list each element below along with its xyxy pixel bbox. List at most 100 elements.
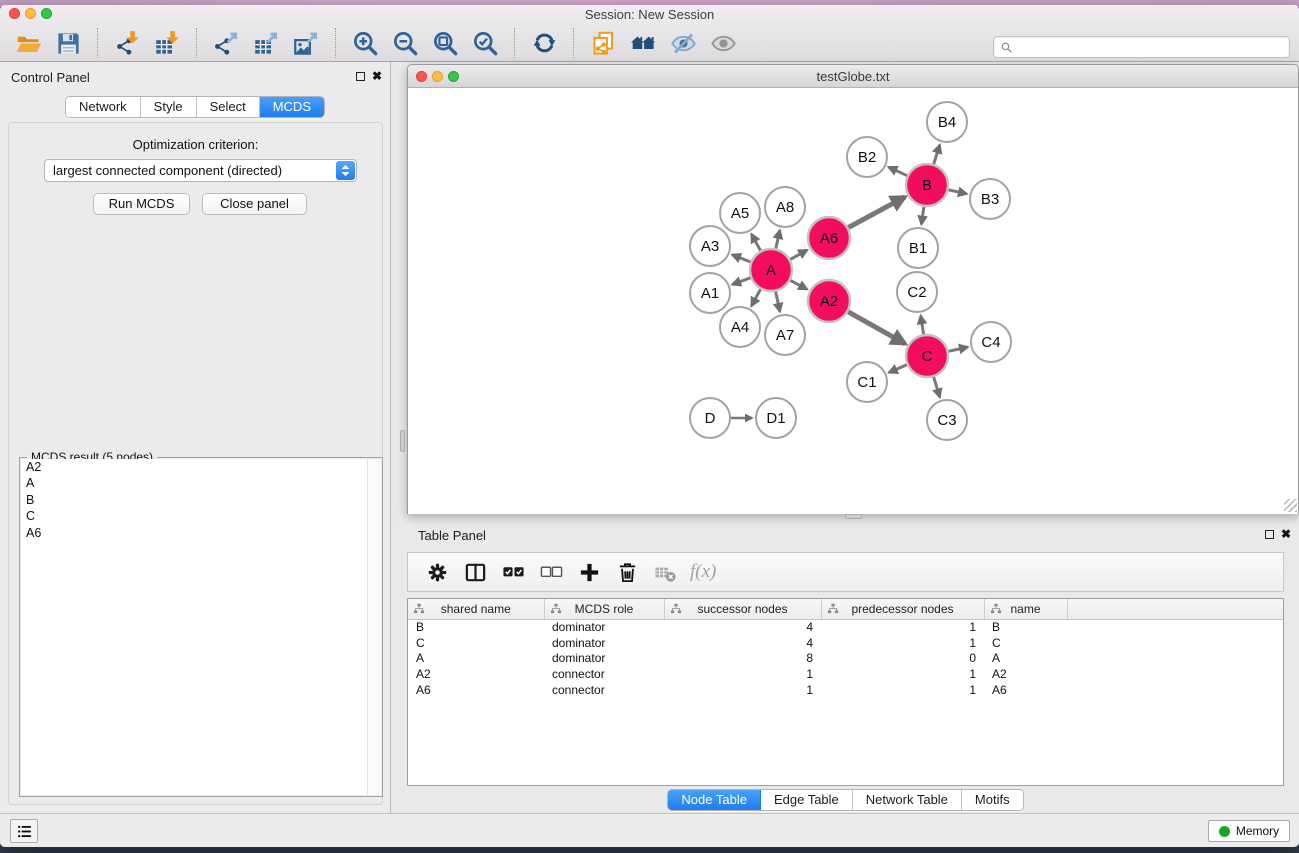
refresh-network-icon[interactable] bbox=[527, 27, 561, 59]
column-header-successor-nodes[interactable]: successor nodes bbox=[664, 599, 821, 619]
graph-edge-A-A4[interactable] bbox=[752, 289, 761, 306]
open-file-icon[interactable] bbox=[11, 27, 45, 59]
close-panel-icon[interactable]: ✖ bbox=[372, 70, 382, 82]
delete-table-icon[interactable] bbox=[650, 557, 680, 587]
cell-MCDS-role[interactable]: connector bbox=[544, 666, 664, 682]
graph-edge-A2-C[interactable] bbox=[848, 312, 905, 344]
mcds-result-item[interactable]: A2 bbox=[21, 459, 381, 475]
cell-successor-nodes[interactable]: 1 bbox=[664, 682, 821, 698]
export-table-icon[interactable] bbox=[249, 27, 283, 59]
column-header-shared-name[interactable]: shared name bbox=[408, 599, 544, 619]
export-network-icon[interactable] bbox=[209, 27, 243, 59]
network-canvas[interactable]: B4B2BB3A8A5A6A3B1AC2A1A2A4A7C4CC1DD1C3 bbox=[408, 89, 1298, 514]
import-table-icon[interactable] bbox=[150, 27, 184, 59]
cell-predecessor-nodes[interactable]: 1 bbox=[821, 635, 984, 651]
task-history-button[interactable] bbox=[10, 819, 38, 843]
mcds-result-item[interactable]: A bbox=[21, 475, 381, 491]
cell-name[interactable]: A bbox=[984, 651, 1067, 667]
cell-name[interactable]: A6 bbox=[984, 682, 1067, 698]
scrollbar-track[interactable] bbox=[367, 459, 381, 795]
tab-edge-table[interactable]: Edge Table bbox=[761, 790, 853, 810]
save-session-icon[interactable] bbox=[51, 27, 85, 59]
graph-edge-B-B2[interactable] bbox=[889, 167, 907, 176]
cell-successor-nodes[interactable]: 4 bbox=[664, 635, 821, 651]
delete-column-icon[interactable] bbox=[612, 557, 642, 587]
table-options-icon[interactable] bbox=[422, 557, 452, 587]
graph-edge-C-C1[interactable] bbox=[889, 365, 907, 373]
close-panel-button[interactable]: Close panel bbox=[202, 193, 307, 215]
tab-network-table[interactable]: Network Table bbox=[853, 790, 962, 810]
graph-edge-A-A1[interactable] bbox=[733, 278, 751, 285]
close-panel-icon[interactable]: ✖ bbox=[1281, 528, 1291, 540]
graph-edge-C-C4[interactable] bbox=[949, 347, 968, 351]
cell-predecessor-nodes[interactable]: 1 bbox=[821, 682, 984, 698]
graph-edge-B-B4[interactable] bbox=[934, 145, 940, 164]
cell-shared-name[interactable]: C bbox=[408, 635, 544, 651]
zoom-in-icon[interactable] bbox=[348, 27, 382, 59]
graph-edge-A-A7[interactable] bbox=[776, 292, 780, 312]
graph-edge-C-C2[interactable] bbox=[921, 316, 924, 335]
float-panel-icon[interactable] bbox=[356, 72, 365, 81]
zoom-selected-icon[interactable] bbox=[468, 27, 502, 59]
graph-edge-A-A3[interactable] bbox=[732, 255, 750, 262]
hide-selected-icon[interactable] bbox=[666, 27, 700, 59]
table-row[interactable]: A6connector11A6 bbox=[408, 682, 1283, 698]
cell-shared-name[interactable]: B bbox=[408, 619, 544, 635]
table-row[interactable]: Adominator80A bbox=[408, 651, 1283, 667]
splitter-handle[interactable] bbox=[400, 430, 405, 452]
show-all-icon[interactable] bbox=[706, 27, 740, 59]
graph-edge-B-B3[interactable] bbox=[949, 190, 967, 194]
cell-successor-nodes[interactable]: 8 bbox=[664, 651, 821, 667]
float-panel-icon[interactable] bbox=[1265, 530, 1274, 539]
cell-shared-name[interactable]: A2 bbox=[408, 666, 544, 682]
splitter-handle[interactable] bbox=[845, 514, 862, 519]
run-mcds-button[interactable]: Run MCDS bbox=[93, 193, 190, 215]
mcds-result-list[interactable]: A2ABCA6 bbox=[21, 459, 381, 795]
cell-MCDS-role[interactable]: connector bbox=[544, 682, 664, 698]
cell-name[interactable]: A2 bbox=[984, 666, 1067, 682]
network-graph[interactable]: B4B2BB3A8A5A6A3B1AC2A1A2A4A7C4CC1DD1C3 bbox=[408, 89, 1298, 514]
table-row[interactable]: Bdominator41B bbox=[408, 619, 1283, 635]
graph-edge-A-A5[interactable] bbox=[752, 234, 761, 251]
resize-grip-icon[interactable] bbox=[1284, 499, 1297, 512]
search-input[interactable] bbox=[1017, 37, 1289, 57]
tab-motifs[interactable]: Motifs bbox=[962, 790, 1023, 810]
select-all-rows-icon[interactable] bbox=[498, 557, 528, 587]
graph-edge-C-C3[interactable] bbox=[934, 377, 940, 397]
export-image-icon[interactable] bbox=[289, 27, 323, 59]
cell-successor-nodes[interactable]: 4 bbox=[664, 619, 821, 635]
deselect-all-rows-icon[interactable] bbox=[536, 557, 566, 587]
column-header-MCDS-role[interactable]: MCDS role bbox=[544, 599, 664, 619]
close-window-button[interactable] bbox=[9, 8, 20, 19]
memory-button[interactable]: Memory bbox=[1208, 820, 1290, 842]
cell-successor-nodes[interactable]: 1 bbox=[664, 666, 821, 682]
graph-edge-A-A2[interactable] bbox=[790, 280, 807, 289]
graph-edge-A6-B[interactable] bbox=[848, 197, 905, 228]
graph-edge-A-A6[interactable] bbox=[790, 250, 807, 259]
tab-select[interactable]: Select bbox=[197, 97, 260, 117]
zoom-window-button[interactable] bbox=[41, 8, 52, 19]
zoom-out-icon[interactable] bbox=[388, 27, 422, 59]
zoom-fit-icon[interactable] bbox=[428, 27, 462, 59]
table-row[interactable]: A2connector11A2 bbox=[408, 666, 1283, 682]
cell-shared-name[interactable]: A bbox=[408, 651, 544, 667]
network-zoom-button[interactable] bbox=[448, 71, 459, 82]
cell-name[interactable]: B bbox=[984, 619, 1067, 635]
mcds-result-item[interactable]: A6 bbox=[21, 525, 381, 541]
clone-network-icon[interactable] bbox=[586, 27, 620, 59]
network-close-button[interactable] bbox=[416, 71, 427, 82]
cell-shared-name[interactable]: A6 bbox=[408, 682, 544, 698]
tab-network[interactable]: Network bbox=[66, 97, 141, 117]
cell-predecessor-nodes[interactable]: 1 bbox=[821, 666, 984, 682]
mcds-result-item[interactable]: B bbox=[21, 492, 381, 508]
cell-name[interactable]: C bbox=[984, 635, 1067, 651]
network-minimize-button[interactable] bbox=[432, 71, 443, 82]
cell-MCDS-role[interactable]: dominator bbox=[544, 619, 664, 635]
add-column-icon[interactable] bbox=[574, 557, 604, 587]
import-network-icon[interactable] bbox=[110, 27, 144, 59]
cell-MCDS-role[interactable]: dominator bbox=[544, 635, 664, 651]
cell-MCDS-role[interactable]: dominator bbox=[544, 651, 664, 667]
show-columns-icon[interactable] bbox=[460, 557, 490, 587]
tab-node-table[interactable]: Node Table bbox=[668, 790, 761, 810]
table-row[interactable]: Cdominator41C bbox=[408, 635, 1283, 651]
